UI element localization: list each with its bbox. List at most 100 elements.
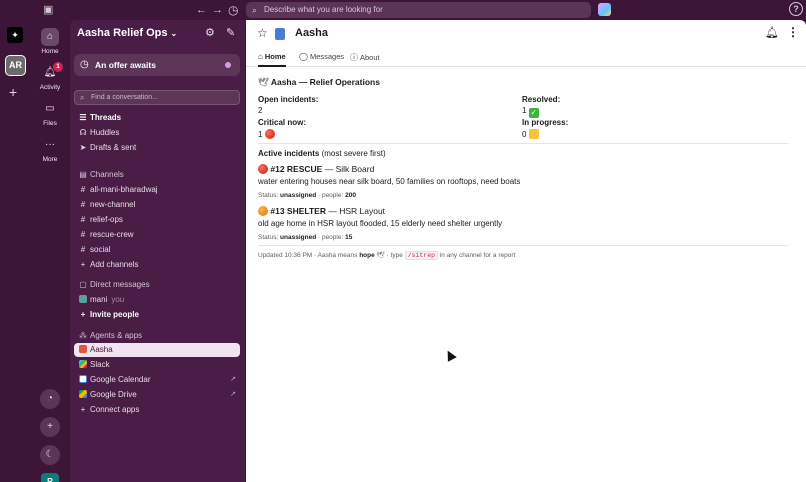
nav-files[interactable]: ▭ Files (30, 100, 70, 127)
active-incidents-label: Active incidents (258, 149, 320, 158)
apps-header-label: Agents & apps (90, 331, 143, 340)
slack-app-icon (78, 358, 88, 372)
help-icon[interactable]: ? (789, 2, 803, 16)
bird-icon: 🕊︎ (376, 252, 385, 259)
find-conversation-input[interactable]: ⌕ Find a conversation... (74, 90, 240, 105)
resolved-row: 1 ✓ (522, 106, 539, 118)
hash-icon: # (80, 200, 86, 209)
sidebar-item-huddles[interactable]: ☊ Huddles (74, 126, 240, 140)
footer-prefix: Updated 10:36 PM · Aasha means (258, 252, 358, 259)
dm-user-label: mani (90, 295, 108, 304)
sidebar-item-app-slack[interactable]: Slack (74, 358, 240, 372)
incident-description: old age home in HSR layout flooded, 15 e… (258, 219, 503, 228)
search-input[interactable]: ⌕ Describe what you are looking for (246, 2, 591, 18)
incident-status: Status: unassigned · people: 200 (258, 192, 356, 199)
activity-badge: 1 (53, 62, 63, 72)
sidebar-item-app-google-calendar[interactable]: Google Calendar ↗ (74, 373, 240, 387)
dm-header[interactable]: ▢ Direct messages (74, 278, 240, 292)
add-workspace-icon[interactable]: + (9, 84, 17, 100)
sidebar-item-app-aasha[interactable]: Aasha (74, 343, 240, 357)
workspace-rail: ✦ AR + (0, 20, 30, 482)
workspace-name: Aasha Relief Ops (77, 27, 168, 39)
home-icon: ⌂ (41, 28, 59, 46)
nav-activity-label: Activity (39, 84, 61, 91)
offer-banner[interactable]: ◷ An offer awaits (74, 54, 240, 76)
aasha-app-icon (78, 343, 88, 357)
sidebar-item-dm[interactable]: mani you (74, 293, 240, 307)
sidebar-item-drafts[interactable]: ➤ Drafts & sent (74, 141, 240, 155)
drive-app-icon (78, 388, 88, 402)
external-link-icon[interactable]: ↗ (230, 388, 236, 402)
incident-title: #12 RESCUE — Silk Board (258, 164, 374, 174)
sidebar-item-channel[interactable]: # social (74, 243, 240, 257)
message-icon: ▢ (79, 280, 87, 289)
app-logo-icon[interactable]: ✦ (7, 27, 23, 43)
tab-home[interactable]: ⌂ Home (258, 52, 286, 67)
sidebar-item-app-google-drive[interactable]: Google Drive ↗ (74, 388, 240, 402)
nav-activity[interactable]: 🔔︎ 1 Activity (30, 62, 70, 91)
channels-icon: ▤ (79, 170, 87, 179)
apps-grid-icon: ⁂ (79, 331, 87, 340)
sidebar-item-threads[interactable]: ☰ Threads (74, 111, 240, 125)
active-incidents-heading: Active incidents (most severe first) (258, 149, 386, 158)
home-heading: 🕊︎ Aasha — Relief Operations (258, 77, 380, 88)
sidebar-toggle-icon[interactable]: ▣ (43, 2, 53, 18)
raised-hands-icon (528, 129, 539, 139)
main-pane: ☆ Aasha 🔔︎ ⋮ ⌂ Home ◯ Messages ⓘ About 🕊︎ A… (246, 20, 806, 482)
invite-people-button[interactable]: + Invite people (74, 308, 240, 322)
external-link-icon[interactable]: ↗ (230, 373, 236, 387)
new-message-plus-icon[interactable]: + (40, 417, 60, 437)
forward-arrow-icon[interactable]: → (212, 2, 223, 18)
footer-type: · type (386, 252, 403, 259)
search-icon: ⌕ (80, 93, 85, 102)
nav-home[interactable]: ⌂ Home (30, 28, 70, 55)
compose-icon[interactable]: ✎ (226, 26, 235, 39)
primary-nav: ⌂ Home 🔔︎ 1 Activity ▭ Files ··· More ◔ … (30, 20, 70, 482)
user-directory-icon[interactable]: ◔ (40, 389, 60, 409)
in-progress-label: In progress: (522, 118, 569, 127)
sidebar-item-channel[interactable]: # relief-ops (74, 213, 240, 227)
sidebar-item-channel[interactable]: # new-channel (74, 198, 240, 212)
notification-bell-icon[interactable]: 🔔︎ (765, 26, 779, 39)
channel-label: relief-ops (90, 215, 123, 224)
tab-messages[interactable]: ◯ Messages (299, 52, 344, 61)
sidebar-item-channel[interactable]: # all-mani-bharadwaj (74, 183, 240, 197)
open-incidents-label: Open incidents: (258, 95, 319, 104)
user-avatar[interactable]: R (41, 473, 59, 482)
orange-circle-icon (258, 206, 268, 216)
back-arrow-icon[interactable]: ← (196, 2, 207, 18)
add-channels-button[interactable]: + Add channels (74, 258, 240, 272)
settings-gear-icon[interactable]: ⚙ (205, 26, 215, 39)
history-icon[interactable]: ◷ (228, 2, 238, 18)
dm-header-label: Direct messages (90, 280, 150, 289)
tab-about[interactable]: ⓘ About (350, 52, 380, 63)
ai-assistant-icon[interactable] (598, 3, 611, 16)
connect-apps-button[interactable]: + Connect apps (74, 403, 240, 417)
plus-icon: + (80, 260, 86, 269)
incident-location: — Silk Board (324, 164, 375, 174)
offer-dot (225, 62, 231, 68)
files-icon: ▭ (45, 103, 55, 114)
sidebar-item-label: Huddles (90, 128, 120, 137)
hash-icon: # (80, 215, 86, 224)
sidebar-item-channel[interactable]: # rescue-crew (74, 228, 240, 242)
chevron-down-icon: ⌄ (170, 29, 178, 38)
more-options-icon[interactable]: ⋮ (787, 25, 799, 39)
nav-more[interactable]: ··· More (30, 136, 70, 163)
invite-label: Invite people (90, 310, 139, 319)
resolved-label: Resolved: (522, 95, 561, 104)
channel-label: social (90, 245, 111, 254)
status-prefix: Status: (258, 234, 279, 241)
star-icon[interactable]: ☆ (257, 26, 268, 40)
home-heading-text: Aasha — Relief Operations (270, 77, 380, 87)
red-circle-icon (264, 129, 275, 139)
workspace-name-button[interactable]: Aasha Relief Ops ⌄ (77, 27, 177, 39)
clock-icon: ◷ (80, 59, 89, 70)
channels-header[interactable]: ▤ Channels (74, 168, 240, 182)
hash-icon: # (80, 185, 86, 194)
app-label: Google Calendar (90, 375, 151, 384)
dark-mode-icon[interactable]: ☾ (40, 445, 60, 465)
apps-header[interactable]: ⁂ Agents & apps (74, 329, 240, 343)
workspace-switcher[interactable]: AR (5, 55, 26, 76)
aasha-logo-icon (275, 28, 285, 40)
